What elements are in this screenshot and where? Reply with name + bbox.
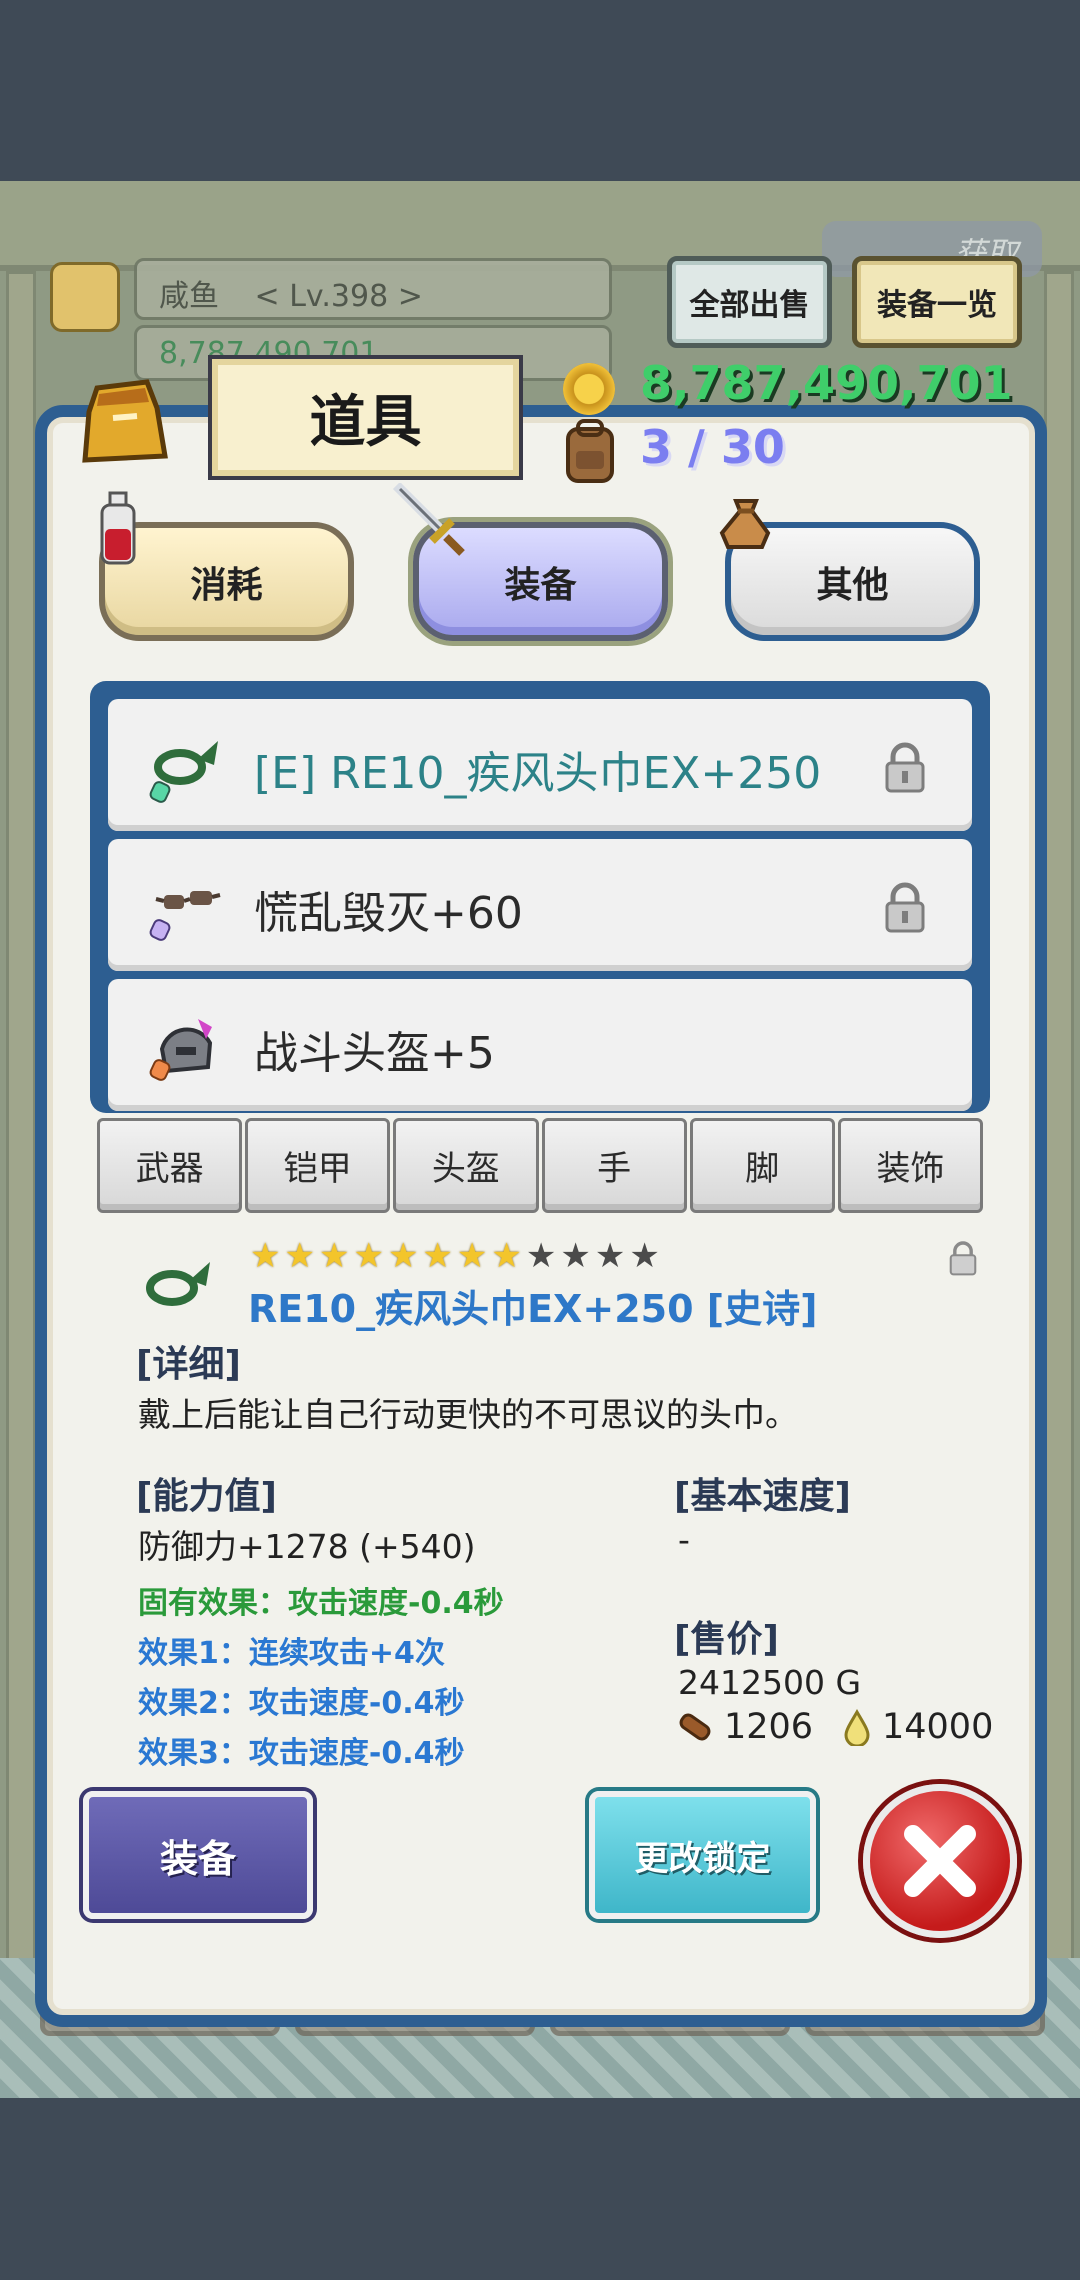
- star-filled-icon: ★: [387, 1236, 419, 1276]
- sell-all-label: 全部出售: [689, 288, 810, 323]
- bag-icon: [82, 379, 168, 463]
- equip-button[interactable]: 装备: [83, 1791, 313, 1919]
- water-drop-icon: [844, 1709, 870, 1746]
- filter-hand[interactable]: 手: [541, 1118, 687, 1213]
- base-speed-value: -: [678, 1520, 690, 1559]
- detail-lock-icon[interactable]: [948, 1240, 978, 1276]
- selected-item-title: RE10_疾风头巾EX+250 [史诗]: [248, 1287, 818, 1331]
- stats-section-label: [能力值]: [136, 1476, 277, 1517]
- player-name-plate: 咸鱼 < Lv.398 >: [134, 258, 612, 320]
- tab-consumables-label: 消耗: [190, 564, 263, 606]
- equipment-list-button[interactable]: 装备一览: [852, 256, 1022, 348]
- pouch-icon: [719, 499, 771, 549]
- item-name: 战斗头盔+5: [254, 1028, 495, 1079]
- close-icon: [904, 1825, 976, 1897]
- sell-all-button[interactable]: 全部出售: [667, 256, 832, 348]
- list-item[interactable]: 战斗头盔+5: [108, 979, 972, 1111]
- item-name: [E] RE10_疾风头巾EX+250: [254, 748, 822, 799]
- filter-accessory[interactable]: 装饰: [837, 1118, 984, 1213]
- item-list: [E] RE10_疾风头巾EX+250 慌乱毁灭+60 战斗头盔+5: [90, 681, 990, 1113]
- inventory-capacity: 3 / 30: [640, 420, 785, 474]
- lock-icon[interactable]: [883, 881, 927, 933]
- inventory-title-text: 道具: [309, 390, 422, 455]
- lock-icon[interactable]: [883, 741, 927, 793]
- star-empty-icon: ★: [525, 1236, 557, 1276]
- filter-foot[interactable]: 脚: [689, 1118, 835, 1213]
- star-filled-icon: ★: [422, 1236, 453, 1276]
- change-lock-button[interactable]: 更改锁定: [589, 1791, 816, 1919]
- sword-icon: [392, 483, 465, 556]
- material-drop: 14000: [842, 1707, 993, 1747]
- wood-log-icon: [679, 1713, 711, 1741]
- defense-stat: 防御力+1278 (+540): [138, 1527, 476, 1566]
- list-item[interactable]: [E] RE10_疾风头巾EX+250: [108, 699, 972, 831]
- star-filled-icon: ★: [284, 1236, 315, 1276]
- potion-icon: [100, 491, 136, 565]
- inventory-title: 道具: [208, 355, 523, 480]
- selected-item-icon: [146, 1262, 210, 1306]
- goggles-icon: [149, 891, 221, 941]
- star-empty-icon: ★: [629, 1236, 660, 1276]
- filter-helmet[interactable]: 头盔: [393, 1118, 539, 1213]
- headband-icon: [149, 741, 218, 803]
- helmet-icon: [149, 1019, 213, 1081]
- material-wood: 1206: [676, 1707, 813, 1747]
- effect-1: 效果1：连续攻击+4次: [138, 1636, 445, 1671]
- price-value: 2412500 G: [678, 1663, 862, 1702]
- equipment-list-label: 装备一览: [877, 288, 997, 323]
- item-description: 戴上后能让自己行动更快的不可思议的头巾。: [138, 1395, 798, 1434]
- drop-amount: 14000: [882, 1707, 994, 1747]
- equip-button-label: 装备: [159, 1836, 236, 1881]
- star-empty-icon: ★: [560, 1236, 591, 1276]
- filter-weapon[interactable]: 武器: [97, 1118, 243, 1213]
- item-name: 慌乱毁灭+60: [254, 888, 523, 939]
- wood-amount: 1206: [724, 1707, 814, 1747]
- effect-3: 效果3：攻击速度-0.4秒: [138, 1736, 465, 1771]
- background-pillar: [6, 271, 36, 2071]
- effect-2: 效果2：攻击速度-0.4秒: [138, 1686, 465, 1721]
- detail-section-label: [详细]: [136, 1344, 241, 1385]
- star-filled-icon: ★: [456, 1236, 488, 1276]
- star-filled-icon: ★: [318, 1236, 350, 1276]
- gold-amount: 8,787,490,701: [640, 356, 1013, 410]
- change-lock-label: 更改锁定: [634, 1838, 771, 1879]
- player-name: 咸鱼: [159, 279, 219, 314]
- price-label: [售价]: [674, 1619, 779, 1660]
- rarity-stars: ★ ★ ★ ★ ★ ★ ★ ★ ★ ★ ★ ★: [250, 1238, 660, 1274]
- star-filled-icon: ★: [491, 1236, 522, 1276]
- player-level: < Lv.398 >: [254, 279, 423, 314]
- filter-armor[interactable]: 铠甲: [245, 1118, 391, 1213]
- star-filled-icon: ★: [250, 1236, 281, 1276]
- star-filled-icon: ★: [353, 1236, 384, 1276]
- close-button[interactable]: [863, 1784, 1017, 1938]
- tab-other-label: 其他: [816, 564, 889, 606]
- innate-effect: 固有效果：攻击速度-0.4秒: [138, 1586, 504, 1621]
- list-item[interactable]: 慌乱毁灭+60: [108, 839, 972, 971]
- tab-equipment-label: 装备: [504, 564, 577, 606]
- background-pillar: [1044, 271, 1074, 2071]
- gold-coin-icon: [563, 363, 615, 415]
- star-empty-icon: ★: [594, 1236, 626, 1276]
- backpack-icon: [566, 419, 614, 483]
- equipment-filter-tabs: 武器 铠甲 头盔 手 脚 装饰: [97, 1118, 984, 1213]
- inventory-panel: [35, 405, 1047, 2027]
- base-speed-label: [基本速度]: [674, 1476, 851, 1517]
- player-avatar[interactable]: [50, 262, 120, 332]
